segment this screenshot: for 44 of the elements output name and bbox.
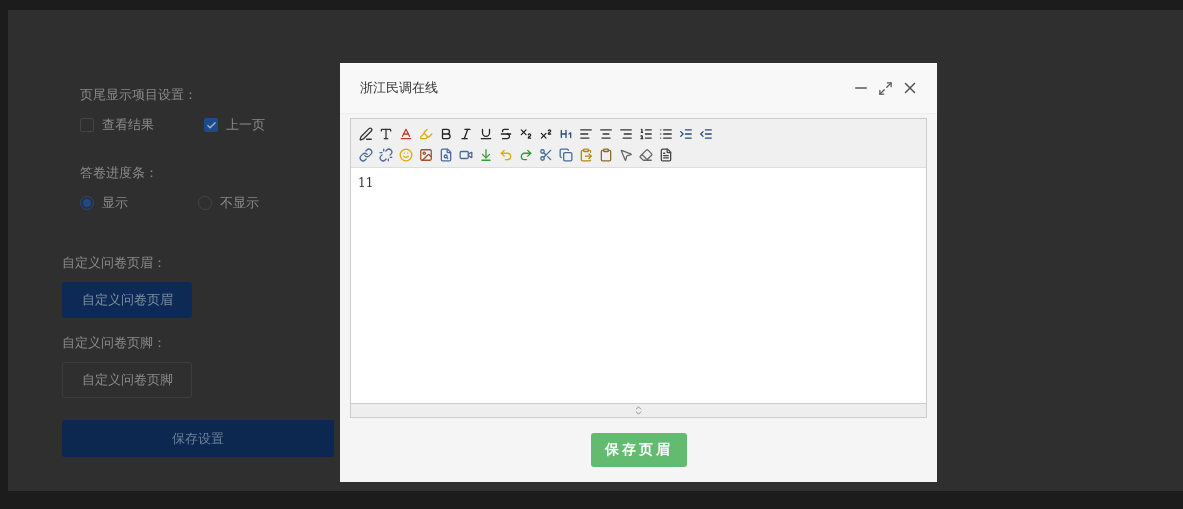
- option-label: 查看结果: [102, 116, 154, 134]
- check-icon: [205, 119, 217, 131]
- section-label: 答卷进度条：: [80, 164, 159, 182]
- section-label: 自定义问卷页眉：: [62, 254, 167, 272]
- footer-button[interactable]: 自定义问卷页脚: [62, 362, 192, 398]
- maximize-icon[interactable]: [878, 80, 893, 96]
- section-label: 页尾显示项目设置：: [80, 86, 198, 104]
- copy-icon[interactable]: [559, 147, 573, 162]
- link-icon[interactable]: [359, 147, 373, 162]
- redo-icon[interactable]: [519, 147, 533, 162]
- indent-icon[interactable]: [679, 126, 693, 141]
- unlink-icon[interactable]: [379, 147, 393, 162]
- align-left-icon[interactable]: [579, 126, 593, 141]
- paste-icon[interactable]: [579, 147, 593, 162]
- document-icon[interactable]: [659, 147, 673, 162]
- strikethrough-icon[interactable]: [499, 126, 513, 141]
- option-label: 显示: [102, 194, 128, 212]
- editor-content[interactable]: 11: [351, 168, 926, 403]
- underline-icon[interactable]: [479, 126, 493, 141]
- outdent-icon[interactable]: [699, 126, 713, 141]
- paste-text-icon[interactable]: [599, 147, 613, 162]
- bold-icon[interactable]: [439, 126, 453, 141]
- superscript-icon[interactable]: [539, 126, 553, 141]
- align-right-icon[interactable]: [619, 126, 633, 141]
- select-icon[interactable]: [619, 147, 633, 162]
- bullet-list-icon[interactable]: [659, 126, 673, 141]
- save-header-button[interactable]: 保存页眉: [590, 433, 687, 467]
- image-icon[interactable]: [419, 147, 433, 162]
- checkbox[interactable]: [204, 118, 218, 132]
- insert-line-icon[interactable]: [479, 147, 493, 162]
- italic-icon[interactable]: [459, 126, 473, 141]
- save-settings-button[interactable]: 保存设置: [62, 420, 334, 457]
- numbered-list-icon[interactable]: [639, 126, 653, 141]
- subscript-icon[interactable]: [519, 126, 533, 141]
- option-label: 不显示: [220, 194, 259, 212]
- eraser-icon[interactable]: [639, 147, 653, 162]
- file-search-icon[interactable]: [439, 147, 453, 162]
- header-button[interactable]: 自定义问卷页眉: [62, 282, 192, 318]
- section-label: 自定义问卷页脚：: [62, 334, 167, 352]
- text-color-icon[interactable]: [399, 126, 413, 141]
- cut-icon[interactable]: [539, 147, 553, 162]
- dialog-title: 浙江民调在线: [360, 79, 439, 97]
- font-size-icon[interactable]: [379, 126, 393, 141]
- align-center-icon[interactable]: [599, 126, 613, 141]
